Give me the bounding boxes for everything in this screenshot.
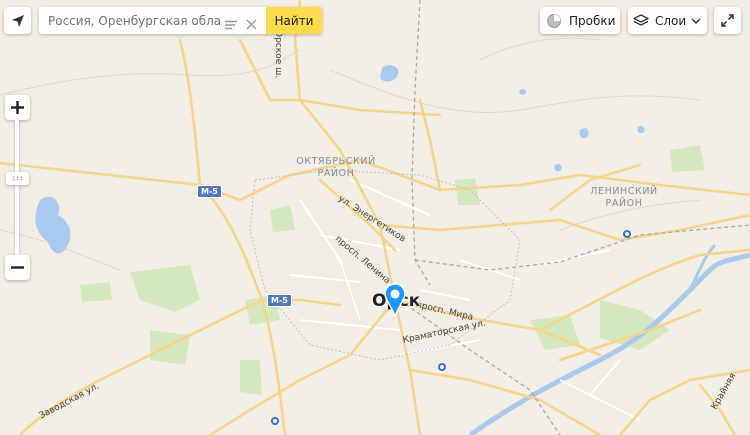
minus-icon [11, 266, 24, 269]
search-input[interactable] [48, 13, 220, 28]
street-label-top: Орское ш. [273, 30, 283, 79]
list-icon[interactable] [225, 15, 237, 30]
zoom-in-button[interactable] [5, 95, 30, 120]
road-badge-m5-south: М-5 [267, 294, 292, 307]
traffic-label: Пробки [569, 13, 616, 28]
traffic-button[interactable]: Пробки [540, 7, 620, 34]
map-pin-icon[interactable] [383, 283, 407, 318]
layers-button[interactable]: Слои [628, 7, 707, 34]
district-label-leninsky: ЛЕНИНСКИЙ РАЙОН [590, 186, 658, 209]
search-box: Найти [39, 7, 322, 34]
fullscreen-button[interactable] [714, 7, 741, 34]
search-button[interactable]: Найти [266, 7, 322, 34]
expand-icon [721, 14, 734, 27]
district-label-oktyabrsky: ОКТЯБРЬСКИЙ РАЙОН [296, 156, 376, 179]
layers-icon [633, 13, 649, 26]
traffic-icon [547, 13, 561, 28]
road-badge-m5-west: М-5 [197, 185, 222, 198]
geolocation-button[interactable] [4, 7, 31, 34]
grip-icon [12, 176, 23, 181]
zoom-slider-handle[interactable] [6, 172, 29, 185]
zoom-out-button[interactable] [5, 255, 30, 280]
clear-icon[interactable] [246, 15, 257, 30]
geolocation-arrow-icon [11, 14, 24, 27]
plus-icon [11, 101, 24, 114]
zoom-slider-track[interactable] [15, 120, 19, 255]
layers-label: Слои [655, 13, 687, 28]
chevron-down-icon [691, 17, 701, 24]
